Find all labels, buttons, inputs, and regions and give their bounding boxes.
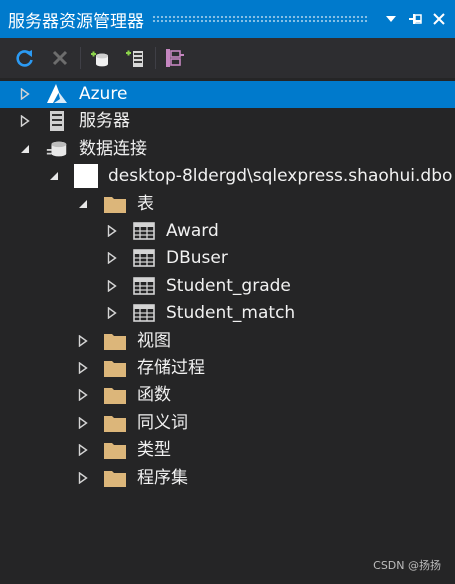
tree-item-label: 服务器	[79, 111, 130, 132]
tree-item[interactable]: 程序集	[0, 465, 455, 492]
tree-item[interactable]: 存储过程	[0, 355, 455, 382]
azure-icon	[45, 82, 69, 106]
tree-item-label: 数据连接	[79, 138, 147, 159]
tree-item-label: Award	[166, 221, 219, 241]
tree-item-label: DBuser	[166, 248, 228, 269]
tree-item-student-match[interactable]: Student_match	[0, 300, 455, 327]
tree-item-label: Student_grade	[166, 275, 291, 296]
tree-item-label: 视图	[137, 330, 171, 351]
tree-item[interactable]: 函数	[0, 382, 455, 409]
tree-item-dbuser[interactable]: DBuser	[0, 245, 455, 272]
expand-chevron-icon[interactable]	[105, 224, 119, 238]
toolbar-separator	[155, 47, 156, 69]
tree-item-label: Azure	[79, 84, 128, 104]
expand-chevron-icon[interactable]	[105, 279, 119, 293]
data-connections-icon	[45, 137, 69, 161]
title-bar: 服务器资源管理器	[0, 0, 455, 38]
tree-item-student-grade[interactable]: Student_grade	[0, 273, 455, 300]
tree-item[interactable]: 服务器	[0, 108, 455, 135]
server-explorer-tree: Azure 服务器数据连接 desktop-8ldergd\sqlexpress.s…	[0, 80, 455, 584]
tree-item[interactable]: 同义词	[0, 410, 455, 437]
window-title: 服务器资源管理器	[8, 11, 144, 32]
expand-chevron-icon[interactable]	[76, 416, 90, 430]
connect-server-icon[interactable]	[122, 44, 148, 72]
tree-item-label: 类型	[137, 440, 171, 461]
tree-item[interactable]: 视图	[0, 328, 455, 355]
tree-item-label: 程序集	[137, 467, 188, 488]
tree-item-desktop-8ldergd-sqlexpress-shaohui-dbo[interactable]: desktop-8ldergd\sqlexpress.shaohui.dbo	[0, 163, 455, 190]
expand-chevron-icon[interactable]	[18, 87, 32, 101]
collapse-chevron-icon[interactable]	[18, 142, 32, 156]
expand-chevron-icon[interactable]	[76, 443, 90, 457]
tree-item[interactable]: 类型	[0, 437, 455, 464]
tree-item-label: 同义词	[137, 412, 188, 433]
expand-chevron-icon[interactable]	[105, 306, 119, 320]
folder-icon	[103, 438, 127, 462]
server-icon	[45, 109, 69, 133]
collapse-chevron-icon[interactable]	[76, 197, 90, 211]
tree-item-label: 表	[137, 193, 154, 214]
tree-item[interactable]: 表	[0, 191, 455, 218]
close-icon[interactable]	[427, 0, 451, 38]
expand-chevron-icon[interactable]	[76, 334, 90, 348]
toolbar	[0, 38, 455, 78]
tree-item[interactable]: 数据连接	[0, 136, 455, 163]
expand-chevron-icon[interactable]	[18, 114, 32, 128]
connect-sharepoint-icon[interactable]	[162, 44, 188, 72]
expand-chevron-icon[interactable]	[76, 471, 90, 485]
pin-icon[interactable]	[403, 0, 427, 38]
title-grip[interactable]	[152, 15, 369, 23]
tree-item-azure[interactable]: Azure	[0, 81, 455, 108]
table-icon	[132, 301, 156, 325]
dropdown-icon[interactable]	[379, 0, 403, 38]
toolbar-separator	[80, 47, 81, 69]
folder-icon	[103, 356, 127, 380]
connect-database-icon[interactable]	[87, 44, 113, 72]
stop-icon[interactable]	[47, 44, 73, 72]
expand-chevron-icon[interactable]	[76, 361, 90, 375]
refresh-icon[interactable]	[12, 44, 38, 72]
tree-item-label: Student_match	[166, 303, 296, 324]
tree-item-label: desktop-8ldergd\sqlexpress.shaohui.dbo	[108, 166, 453, 187]
table-icon	[132, 246, 156, 270]
folder-icon	[103, 192, 127, 216]
folder-icon	[103, 411, 127, 435]
watermark: CSDN @扬扬	[373, 559, 441, 572]
folder-icon	[103, 466, 127, 490]
table-icon	[132, 274, 156, 298]
expand-chevron-icon[interactable]	[105, 251, 119, 265]
folder-icon	[103, 383, 127, 407]
collapse-chevron-icon[interactable]	[47, 169, 61, 183]
connection-icon	[74, 164, 98, 189]
tree-item-label: 函数	[137, 385, 171, 406]
tree-item-award[interactable]: Award	[0, 218, 455, 245]
tree-item-label: 存储过程	[137, 358, 205, 378]
table-icon	[132, 219, 156, 243]
expand-chevron-icon[interactable]	[76, 388, 90, 402]
folder-icon	[103, 329, 127, 353]
